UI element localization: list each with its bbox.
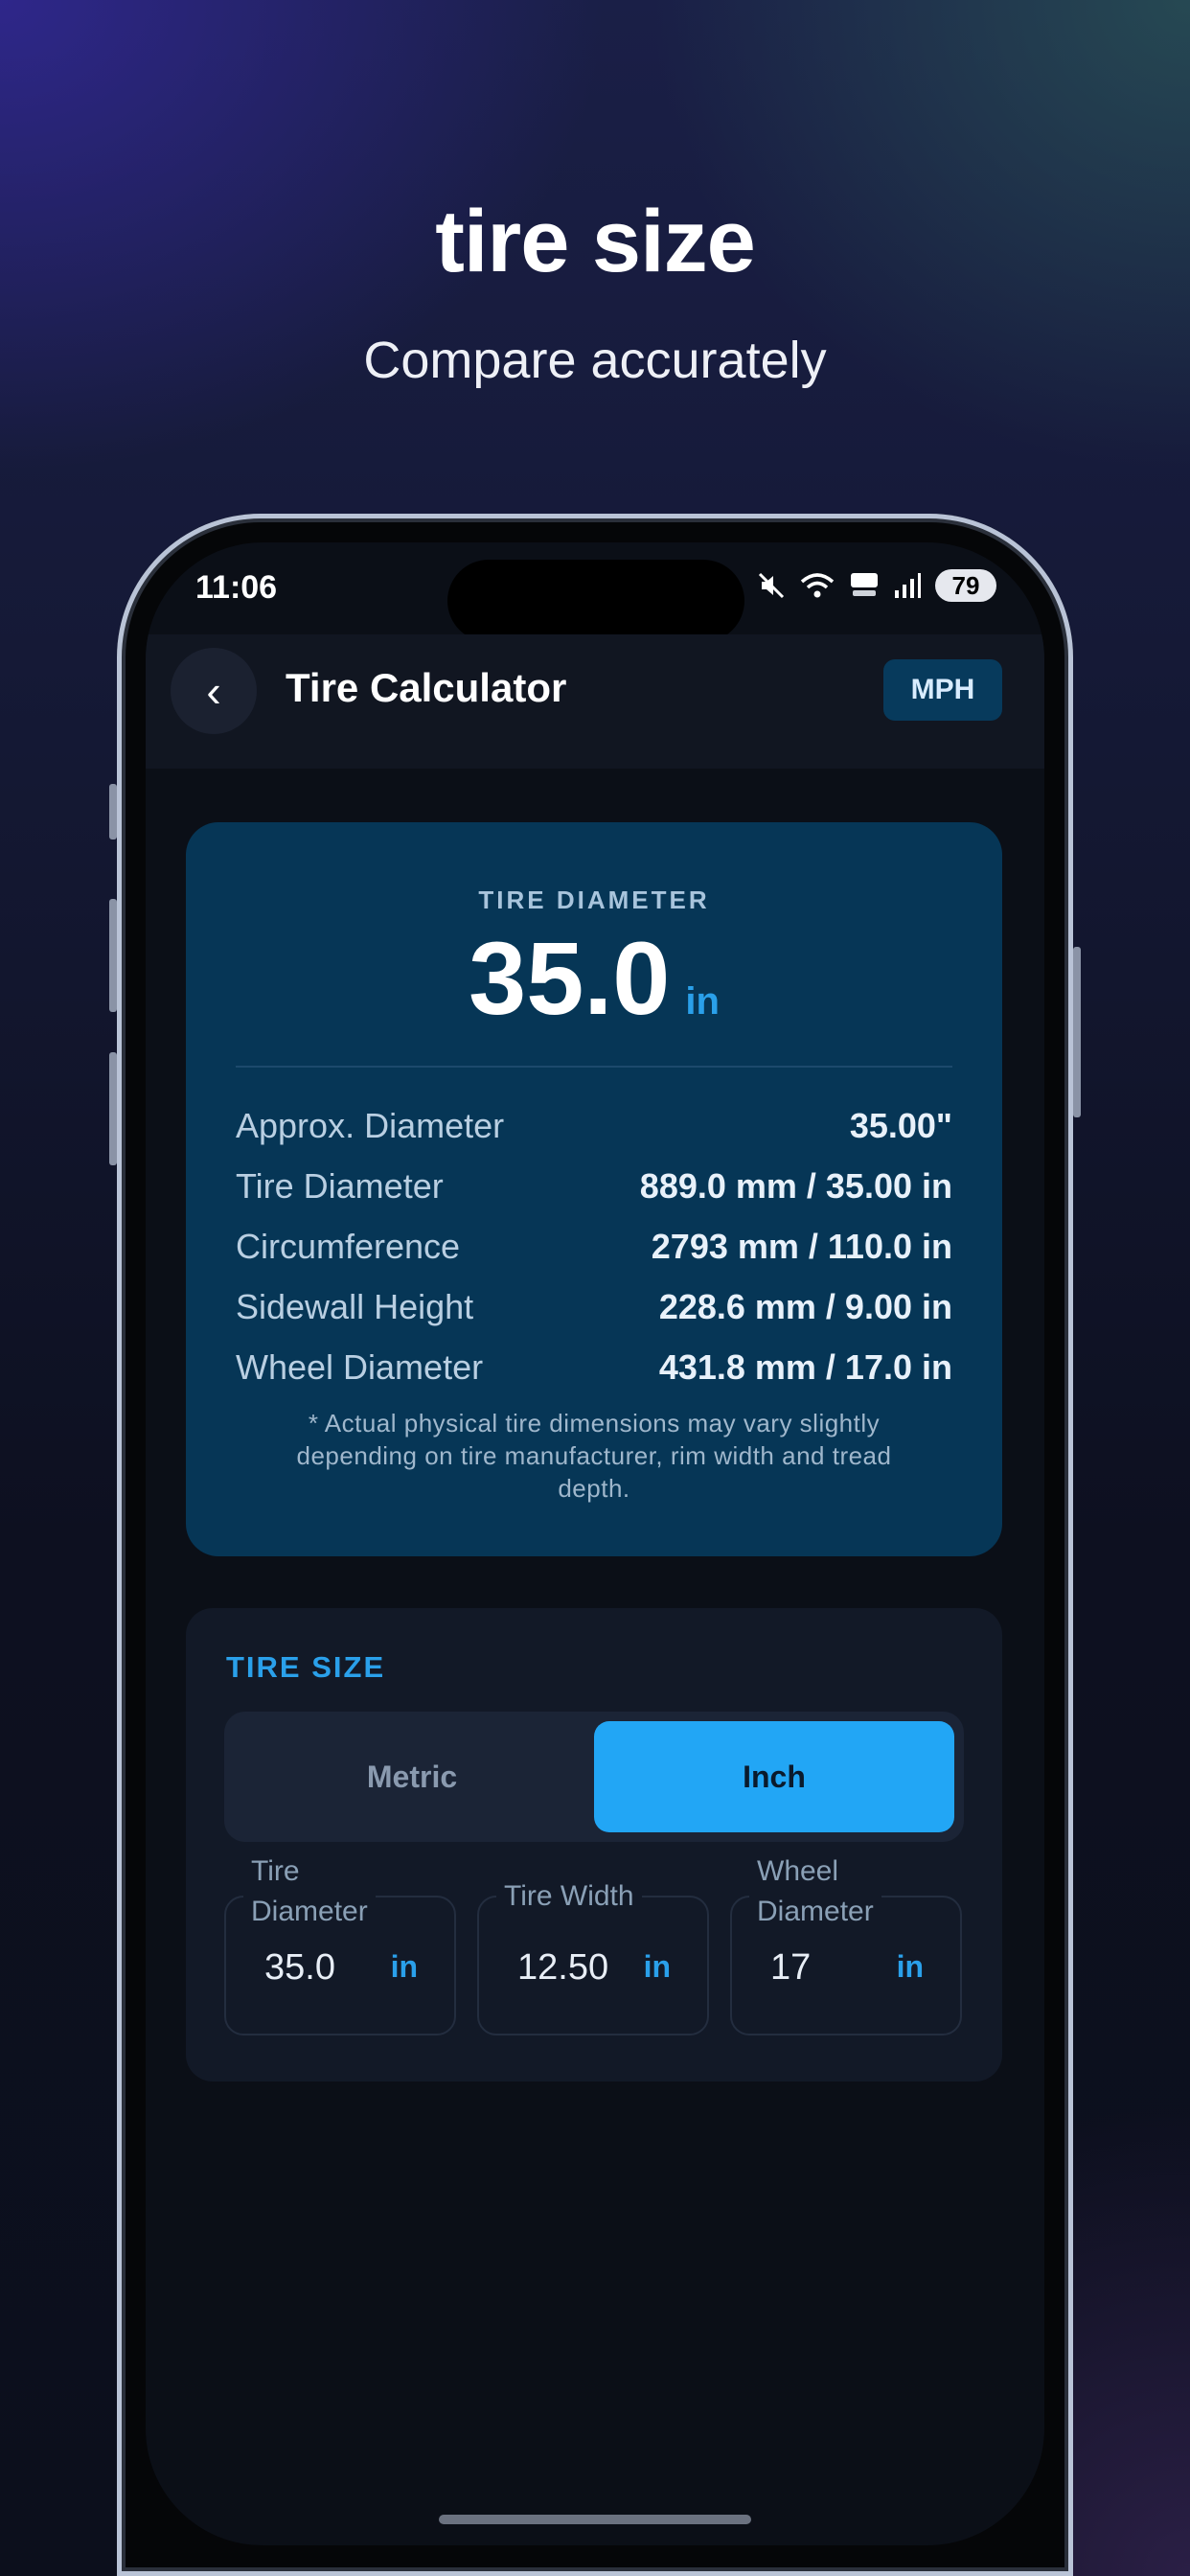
result-row: Circumference 2793 mm / 110.0 in	[236, 1227, 952, 1267]
mute-icon	[757, 571, 786, 600]
field-label-line: Wheel	[757, 1855, 839, 1887]
page-title: Tire Calculator	[286, 665, 567, 710]
result-label: TIRE DIAMETER	[478, 886, 710, 914]
unit-segmented-control: Metric Inch	[224, 1712, 964, 1842]
field-label-line: Tire	[251, 1855, 300, 1887]
unit-toggle-button[interactable]: MPH	[883, 659, 1002, 721]
section-title: TIRE SIZE	[226, 1650, 386, 1684]
result-divider	[236, 1066, 952, 1068]
field-label: Tire Diameter	[243, 1852, 376, 1932]
result-row: Approx. Diameter 35.00"	[236, 1106, 952, 1146]
result-unit: in	[685, 980, 720, 1023]
side-button-volume-up	[109, 899, 117, 1012]
result-row-key: Circumference	[236, 1227, 461, 1266]
phone-screen: 11:06 79 ‹ Tire Calculator MPH TIRE DIAM…	[146, 542, 1044, 2545]
field-unit: in	[390, 1949, 418, 1984]
promo-headline: tire size	[435, 193, 756, 290]
wheel-diameter-field[interactable]: Wheel Diameter 17 in	[730, 1852, 962, 2036]
back-button[interactable]: ‹	[171, 648, 257, 734]
promo-subline: Compare accurately	[363, 332, 827, 389]
result-number: 35.0	[469, 920, 671, 1036]
result-row-value: 431.8 mm / 17.0 in	[658, 1347, 952, 1387]
field-label-line: Diameter	[251, 1896, 368, 1927]
disclaimer-note: * Actual physical tire dimensions may va…	[296, 1409, 892, 1503]
signal-icon	[893, 571, 922, 600]
result-row-value: 35.00"	[849, 1106, 952, 1145]
field-value: 17	[770, 1947, 812, 1988]
hd-voice-icon	[849, 571, 880, 600]
home-indicator[interactable]	[439, 2515, 751, 2524]
tire-width-field[interactable]: Tire Width 12.50 in	[477, 1876, 709, 2036]
field-value: 35.0	[264, 1947, 335, 1988]
result-row-key: Wheel Diameter	[236, 1347, 484, 1387]
result-row-key: Approx. Diameter	[236, 1106, 505, 1145]
segment-metric[interactable]: Metric	[232, 1721, 592, 1832]
result-value: 35.0 in	[186, 918, 1002, 1038]
result-row: Sidewall Height 228.6 mm / 9.00 in	[236, 1287, 952, 1327]
wifi-icon	[799, 571, 835, 600]
result-card: TIRE DIAMETER 35.0 in Approx. Diameter 35…	[186, 822, 1002, 1556]
result-row: Tire Diameter 889.0 mm / 35.00 in	[236, 1166, 952, 1207]
dynamic-island	[447, 560, 744, 642]
result-row-value: 228.6 mm / 9.00 in	[658, 1287, 952, 1326]
result-row: Wheel Diameter 431.8 mm / 17.0 in	[236, 1347, 952, 1388]
side-button-volume-down	[109, 1052, 117, 1165]
field-label: Wheel Diameter	[749, 1852, 881, 1932]
result-row-key: Tire Diameter	[236, 1166, 444, 1206]
field-value: 12.50	[517, 1947, 609, 1988]
tire-diameter-field[interactable]: Tire Diameter 35.0 in	[224, 1852, 456, 2036]
segment-inch[interactable]: Inch	[594, 1721, 954, 1832]
field-label: Tire Width	[496, 1876, 642, 1917]
field-label-line: Diameter	[757, 1896, 874, 1927]
tire-size-card: TIRE SIZE Metric Inch Tire Diameter 35.0 …	[186, 1608, 1002, 2082]
battery-icon: 79	[935, 569, 996, 602]
status-time: 11:06	[195, 569, 278, 606]
status-icons: 79	[757, 569, 996, 602]
side-button-power	[1073, 947, 1081, 1117]
result-row-value: 2793 mm / 110.0 in	[651, 1227, 952, 1266]
result-row-key: Sidewall Height	[236, 1287, 474, 1326]
side-button-action	[109, 784, 117, 840]
field-unit: in	[896, 1949, 924, 1984]
result-row-value: 889.0 mm / 35.00 in	[639, 1166, 952, 1206]
chevron-left-icon: ‹	[206, 666, 221, 716]
field-unit: in	[643, 1949, 671, 1984]
